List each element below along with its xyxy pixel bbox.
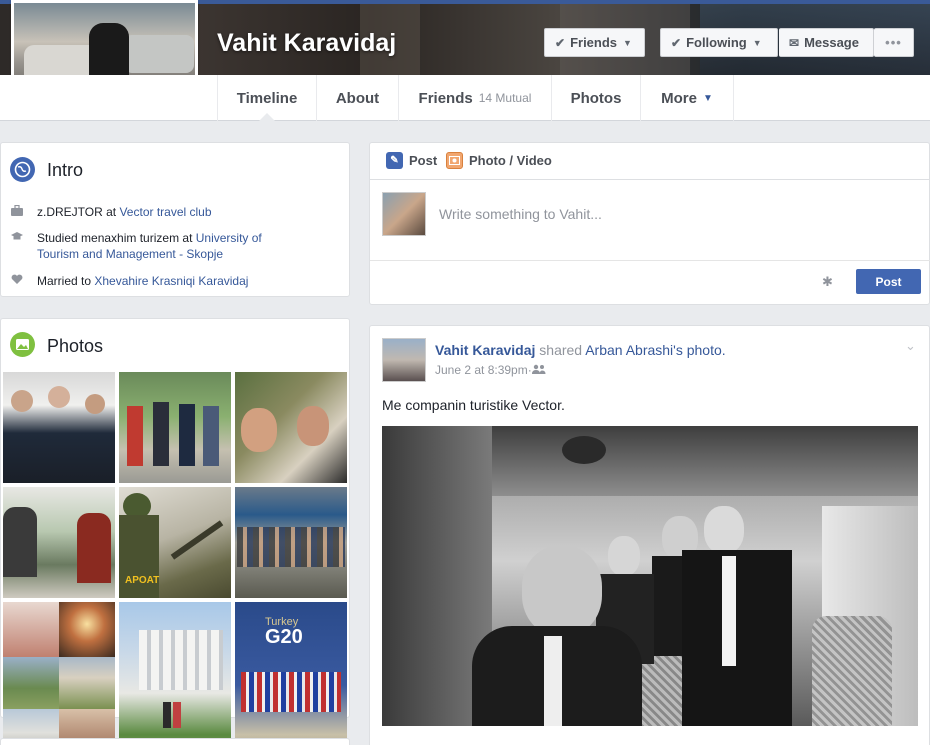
tab-photos-label: Photos [570, 89, 622, 107]
tab-photos[interactable]: Photos [552, 75, 641, 121]
graduation-cap-icon [11, 230, 25, 262]
gear-icon[interactable]: ✱ [822, 274, 833, 290]
avatar[interactable] [382, 192, 426, 236]
tab-about-label: About [335, 89, 380, 107]
post-author[interactable]: Vahit Karavidaj [435, 342, 535, 358]
intro-education: Studied menaxhim turizem at University o… [11, 230, 301, 262]
briefcase-icon [11, 204, 25, 221]
intro-relationship: Married to Xhevahire Krasniqi Karavidaj [11, 273, 248, 290]
composer-tab-photo-video[interactable]: Photo / Video [446, 152, 552, 169]
pencil-icon: ✎ [386, 152, 403, 169]
photo-thumbnail[interactable] [59, 657, 115, 709]
friends-button-label: Friends [570, 35, 618, 50]
post-photo[interactable] [382, 426, 918, 726]
post-timestamp[interactable]: June 2 at 8:39pm [435, 363, 528, 377]
following-button-label: Following [686, 35, 747, 50]
photos-title: Photos [47, 336, 104, 356]
chevron-down-icon: ▼ [702, 92, 713, 104]
photo-thumbnail[interactable] [235, 372, 347, 483]
post-action: shared [535, 342, 586, 358]
photo-thumbnail[interactable] [119, 372, 231, 483]
study-text: Studied menaxhim turizem at [37, 231, 196, 245]
composer-tab-post[interactable]: ✎ Post [386, 152, 437, 169]
message-button-label: Message [804, 35, 859, 50]
chevron-down-icon: ▼ [623, 37, 632, 48]
photos-icon [10, 332, 35, 357]
tab-friends-label: Friends [418, 89, 473, 107]
post-text: Me companin turistike Vector. [382, 397, 565, 413]
next-card [0, 738, 350, 745]
photo-thumbnail[interactable] [3, 372, 115, 483]
message-icon: ✉ [789, 35, 800, 50]
checkmark-icon: ✔ [555, 35, 566, 50]
tab-more-label: More [661, 89, 697, 107]
tab-more[interactable]: More ▼ [641, 75, 734, 121]
intro-work: z.DREJTOR at Vector travel club [11, 204, 212, 221]
friends-button[interactable]: ✔ Friends ▼ [544, 28, 645, 57]
tab-timeline-label: Timeline [236, 89, 298, 107]
chevron-down-icon[interactable]: ⌄ [905, 338, 916, 354]
heart-icon [11, 273, 25, 290]
car-shape [124, 35, 194, 73]
intro-title: Intro [47, 160, 84, 180]
tab-friends[interactable]: Friends 14 Mutual [399, 75, 552, 121]
divider [370, 260, 930, 261]
mutual-friends-count: 14 Mutual [478, 91, 532, 105]
intro-card: Intro z.DREJTOR at Vector travel club St… [0, 142, 350, 297]
composer-tab-post-label: Post [409, 153, 438, 168]
g20-label: G20 [265, 626, 303, 648]
tab-about[interactable]: About [317, 75, 399, 121]
photo-thumbnail[interactable]: Turkey G20 [235, 602, 347, 745]
globe-icon [10, 157, 35, 182]
composer-tab-photo-video-label: Photo / Video [469, 153, 552, 168]
shared-from-link[interactable]: Arban Abrashi's photo. [585, 342, 725, 358]
photo-thumbnail[interactable] [3, 487, 115, 598]
work-text: z.DREJTOR at [37, 205, 120, 219]
author-avatar[interactable] [382, 338, 426, 382]
more-options-button[interactable]: ••• [874, 28, 914, 57]
following-button[interactable]: ✔ Following ▼ [660, 28, 778, 57]
photos-card: Photos APOAT Turkey G20 [0, 318, 350, 745]
photo-thumbnail[interactable] [119, 602, 231, 745]
active-tab-indicator [259, 113, 275, 121]
message-button[interactable]: ✉ Message [779, 28, 874, 57]
profile-name[interactable]: Vahit Karavidaj [217, 29, 396, 58]
photo-thumbnail[interactable] [59, 602, 115, 657]
friends-audience-icon[interactable] [531, 363, 546, 377]
married-link[interactable]: Xhevahire Krasniqi Karavidaj [94, 274, 248, 288]
post-button[interactable]: Post [856, 269, 921, 294]
post-button-label: Post [875, 274, 902, 289]
camera-icon [446, 152, 463, 169]
profile-nav: Timeline About Friends 14 Mutual Photos … [0, 75, 930, 121]
divider [370, 179, 930, 180]
post-meta: June 2 at 8:39pm · [435, 363, 546, 377]
photo-thumbnail[interactable] [3, 657, 59, 709]
photo-thumbnail[interactable]: APOAT [119, 487, 231, 598]
composer-input[interactable]: Write something to Vahit... [439, 206, 602, 222]
post-header: Vahit Karavidaj shared Arban Abrashi's p… [435, 342, 726, 358]
photo-thumbnail[interactable] [3, 602, 59, 657]
chevron-down-icon: ▼ [752, 37, 762, 48]
checkmark-icon: ✔ [671, 35, 682, 50]
photo-thumbnail[interactable] [235, 487, 347, 598]
work-link[interactable]: Vector travel club [119, 205, 211, 219]
married-text: Married to [37, 274, 95, 288]
more-options-label: ••• [885, 35, 902, 50]
